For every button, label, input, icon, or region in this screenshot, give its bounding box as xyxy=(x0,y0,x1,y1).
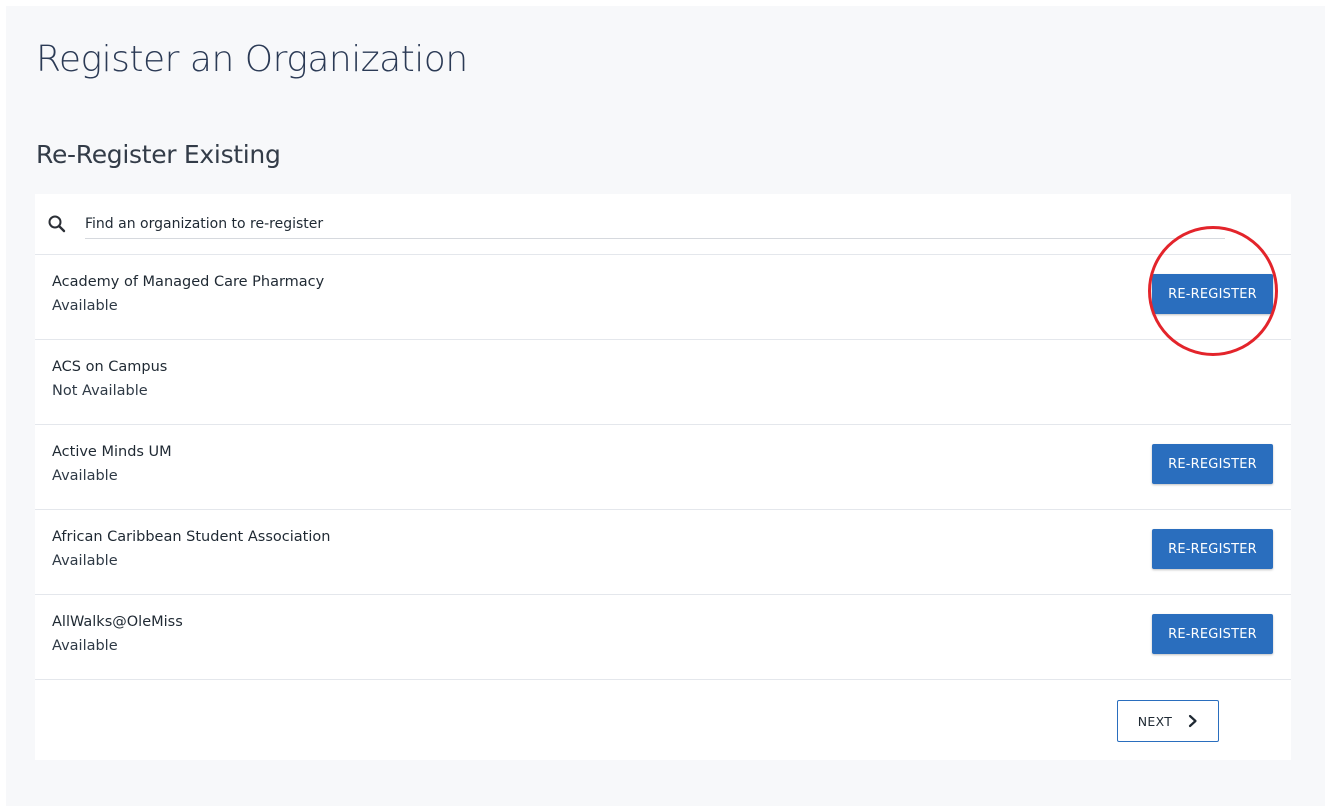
section-title: Re-Register Existing xyxy=(36,140,281,169)
chevron-right-icon xyxy=(1188,714,1198,728)
organization-status: Available xyxy=(52,638,118,654)
organization-name: Active Minds UM xyxy=(52,444,172,460)
next-button-label: NEXT xyxy=(1137,713,1173,729)
organization-name: ACS on Campus xyxy=(52,359,168,375)
organization-status: Available xyxy=(52,553,118,569)
organization-name: AllWalks@OleMiss xyxy=(52,614,183,630)
list-item: Academy of Managed Care Pharmacy Availab… xyxy=(35,255,1291,340)
organization-name: Academy of Managed Care Pharmacy xyxy=(52,274,325,290)
organization-list: Academy of Managed Care Pharmacy Availab… xyxy=(35,255,1291,680)
organization-status: Available xyxy=(52,298,118,314)
re-register-button[interactable]: RE-REGISTER xyxy=(1152,274,1273,314)
organization-card: Academy of Managed Care Pharmacy Availab… xyxy=(35,194,1291,760)
organization-status: Not Available xyxy=(52,383,148,399)
page-title: Register an Organization xyxy=(36,39,468,80)
search-icon xyxy=(47,214,67,234)
re-register-button[interactable]: RE-REGISTER xyxy=(1152,614,1273,654)
search-input[interactable] xyxy=(85,210,1225,239)
next-page-button[interactable]: NEXT xyxy=(1117,700,1219,742)
list-item: AllWalks@OleMiss Available RE-REGISTER xyxy=(35,595,1291,680)
organization-name: African Caribbean Student Association xyxy=(52,529,331,545)
list-item: African Caribbean Student Association Av… xyxy=(35,510,1291,595)
re-register-button[interactable]: RE-REGISTER xyxy=(1152,444,1273,484)
search-bar xyxy=(35,194,1291,255)
re-register-button[interactable]: RE-REGISTER xyxy=(1152,529,1273,569)
list-item: ACS on Campus Not Available xyxy=(35,340,1291,425)
list-item: Active Minds UM Available RE-REGISTER xyxy=(35,425,1291,510)
organization-status: Available xyxy=(52,468,118,484)
